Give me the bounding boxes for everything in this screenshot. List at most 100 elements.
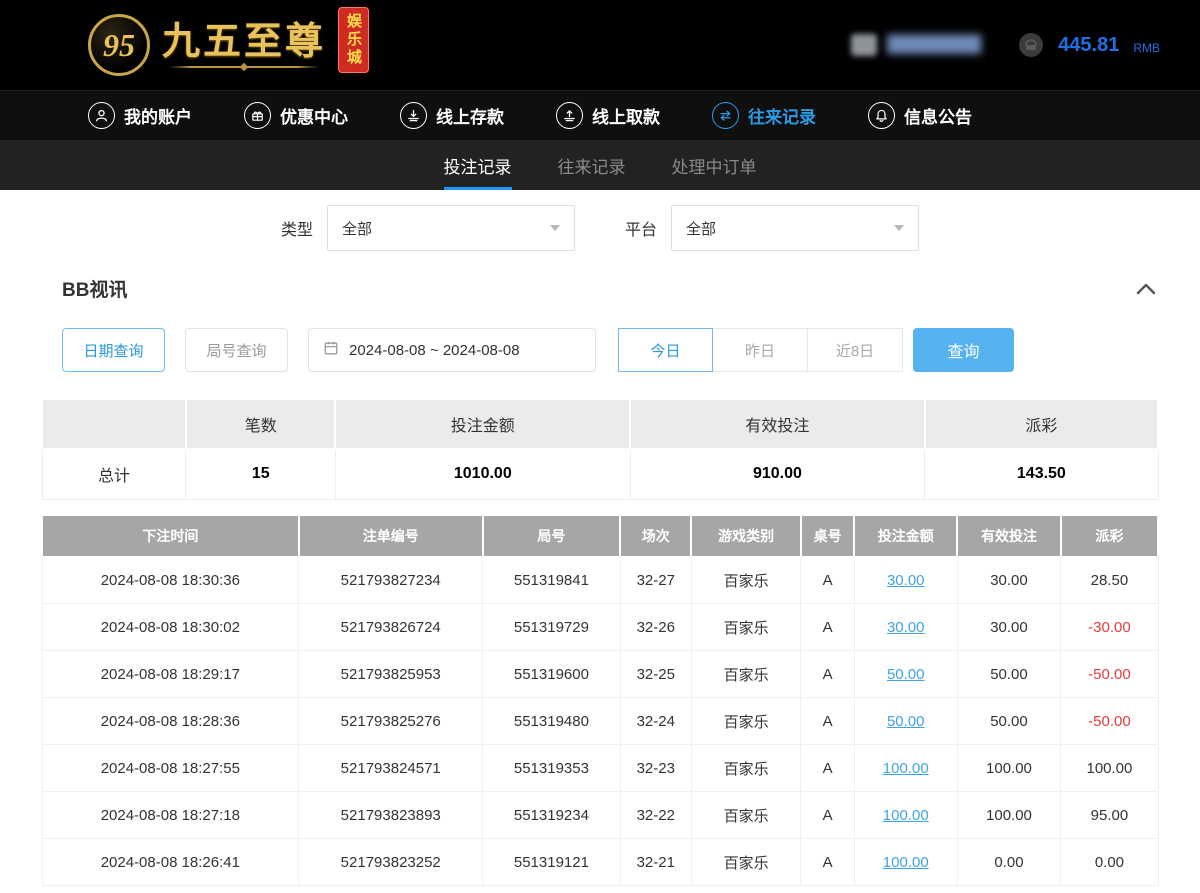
- cell-round-id: 551319353: [483, 745, 620, 792]
- tab-label: 投注记录: [444, 153, 512, 178]
- wallet-icon[interactable]: [1018, 32, 1044, 58]
- chevron-up-icon[interactable]: [1136, 283, 1156, 295]
- cell-table-no: A: [801, 604, 855, 651]
- user-icon: [88, 102, 115, 129]
- cell-session: 32-26: [620, 604, 691, 651]
- cell-bet-amount-link[interactable]: 100.00: [854, 839, 957, 886]
- chevron-down-icon: [550, 225, 560, 231]
- balance-amount: 445.81: [1058, 34, 1119, 57]
- summary-header-valid-bet: 有效投注: [630, 399, 925, 449]
- summary-header-row: 笔数 投注金额 有效投注 派彩: [42, 399, 1158, 449]
- yesterday-button[interactable]: 昨日: [713, 328, 808, 372]
- nav-item-label: 优惠中心: [280, 103, 348, 128]
- header-payout: 派彩: [1061, 515, 1158, 557]
- nav-item-label: 线上取款: [592, 103, 660, 128]
- header-bet-time: 下注时间: [42, 515, 299, 557]
- user-area: █████████ 445.81 RMB: [851, 32, 1160, 58]
- summary-header-payout: 派彩: [925, 399, 1158, 449]
- summary-count-value: 15: [186, 449, 336, 499]
- cell-valid-bet: 50.00: [957, 651, 1061, 698]
- type-filter-group: 类型 全部: [281, 205, 575, 251]
- header-bet-id: 注单编号: [299, 515, 483, 557]
- cell-bet-time: 2024-08-08 18:27:18: [42, 792, 299, 839]
- cell-table-no: A: [801, 839, 855, 886]
- cell-bet-id: 521793823893: [299, 792, 483, 839]
- table-row: 2024-08-08 18:30:02 521793826724 5513197…: [42, 604, 1158, 651]
- cell-round-id: 551319121: [483, 839, 620, 886]
- round-query-button[interactable]: 局号查询: [185, 328, 288, 372]
- brand-flourish: [169, 66, 319, 68]
- cell-bet-id: 521793823252: [299, 839, 483, 886]
- cell-round-id: 551319729: [483, 604, 620, 651]
- last-8-days-button[interactable]: 近8日: [808, 328, 903, 372]
- section-title: BB视讯: [62, 275, 127, 302]
- nav-item-my-account[interactable]: 我的账户: [88, 102, 192, 129]
- cell-bet-time: 2024-08-08 18:28:36: [42, 698, 299, 745]
- nav-item-withdraw[interactable]: 线上取款: [556, 102, 660, 129]
- cell-bet-time: 2024-08-08 18:27:55: [42, 745, 299, 792]
- filter-bar: 类型 全部 平台 全部: [0, 190, 1200, 265]
- cell-table-no: A: [801, 745, 855, 792]
- tab-processing-orders[interactable]: 处理中订单: [672, 140, 757, 190]
- cell-round-id: 551319600: [483, 651, 620, 698]
- cell-bet-id: 521793825953: [299, 651, 483, 698]
- cell-bet-amount-link[interactable]: 100.00: [854, 745, 957, 792]
- type-select[interactable]: 全部: [327, 205, 575, 251]
- header-session: 场次: [620, 515, 691, 557]
- cell-bet-id: 521793826724: [299, 604, 483, 651]
- summary-header-bet-amount: 投注金额: [335, 399, 630, 449]
- cell-session: 32-23: [620, 745, 691, 792]
- cell-bet-id: 521793824571: [299, 745, 483, 792]
- cell-table-no: A: [801, 698, 855, 745]
- cell-bet-id: 521793825276: [299, 698, 483, 745]
- date-range-input[interactable]: 2024-08-08 ~ 2024-08-08: [308, 328, 596, 372]
- nav-item-deposit[interactable]: 线上存款: [400, 102, 504, 129]
- nav-item-promotions[interactable]: 优惠中心: [244, 102, 348, 129]
- cell-bet-id: 521793827234: [299, 557, 483, 604]
- quick-range-group: 今日 昨日 近8日: [618, 328, 903, 372]
- header-game-type: 游戏类别: [691, 515, 800, 557]
- nav-item-records[interactable]: 往来记录: [712, 102, 816, 129]
- cell-round-id: 551319841: [483, 557, 620, 604]
- cell-session: 32-21: [620, 839, 691, 886]
- cell-game-type: 百家乐: [691, 839, 800, 886]
- cell-round-id: 551319234: [483, 792, 620, 839]
- cell-bet-time: 2024-08-08 18:30:36: [42, 557, 299, 604]
- tab-transaction-records[interactable]: 往来记录: [558, 140, 626, 190]
- cell-valid-bet: 0.00: [957, 839, 1061, 886]
- cell-game-type: 百家乐: [691, 792, 800, 839]
- cell-valid-bet: 100.00: [957, 792, 1061, 839]
- nav-item-announcements[interactable]: 信息公告: [868, 102, 972, 129]
- cell-payout: 100.00: [1061, 745, 1158, 792]
- header-round-id: 局号: [483, 515, 620, 557]
- cell-game-type: 百家乐: [691, 698, 800, 745]
- balance-currency: RMB: [1133, 41, 1160, 55]
- search-button[interactable]: 查询: [913, 328, 1014, 372]
- summary-table: 笔数 投注金额 有效投注 派彩 总计 15 1010.00 910.00 143…: [41, 398, 1159, 500]
- cell-game-type: 百家乐: [691, 604, 800, 651]
- today-button[interactable]: 今日: [618, 328, 713, 372]
- top-header: 95 九五至尊 娱乐城 █████████ 445.81 RMB: [0, 0, 1200, 90]
- cell-bet-amount-link[interactable]: 100.00: [854, 792, 957, 839]
- cell-payout: -30.00: [1061, 604, 1158, 651]
- date-query-button[interactable]: 日期查询: [62, 328, 165, 372]
- cell-bet-amount-link[interactable]: 50.00: [854, 698, 957, 745]
- cell-payout: -50.00: [1061, 698, 1158, 745]
- cell-bet-amount-link[interactable]: 30.00: [854, 604, 957, 651]
- cell-bet-time: 2024-08-08 18:29:17: [42, 651, 299, 698]
- cell-bet-amount-link[interactable]: 30.00: [854, 557, 957, 604]
- tab-bet-records[interactable]: 投注记录: [444, 140, 512, 190]
- logo-emblem-icon: 95: [88, 14, 150, 76]
- cell-bet-amount-link[interactable]: 50.00: [854, 651, 957, 698]
- summary-valid-bet-value: 910.00: [630, 449, 925, 499]
- summary-payout-value: 143.50: [925, 449, 1158, 499]
- platform-select[interactable]: 全部: [671, 205, 919, 251]
- header-valid-bet: 有效投注: [957, 515, 1061, 557]
- cell-bet-time: 2024-08-08 18:30:02: [42, 604, 299, 651]
- table-row: 2024-08-08 18:26:41 521793823252 5513191…: [42, 839, 1158, 886]
- table-row: 2024-08-08 18:27:18 521793823893 5513192…: [42, 792, 1158, 839]
- cell-table-no: A: [801, 557, 855, 604]
- cell-payout: 28.50: [1061, 557, 1158, 604]
- brand-logo[interactable]: 95 九五至尊 娱乐城: [88, 7, 369, 83]
- withdraw-icon: [556, 102, 583, 129]
